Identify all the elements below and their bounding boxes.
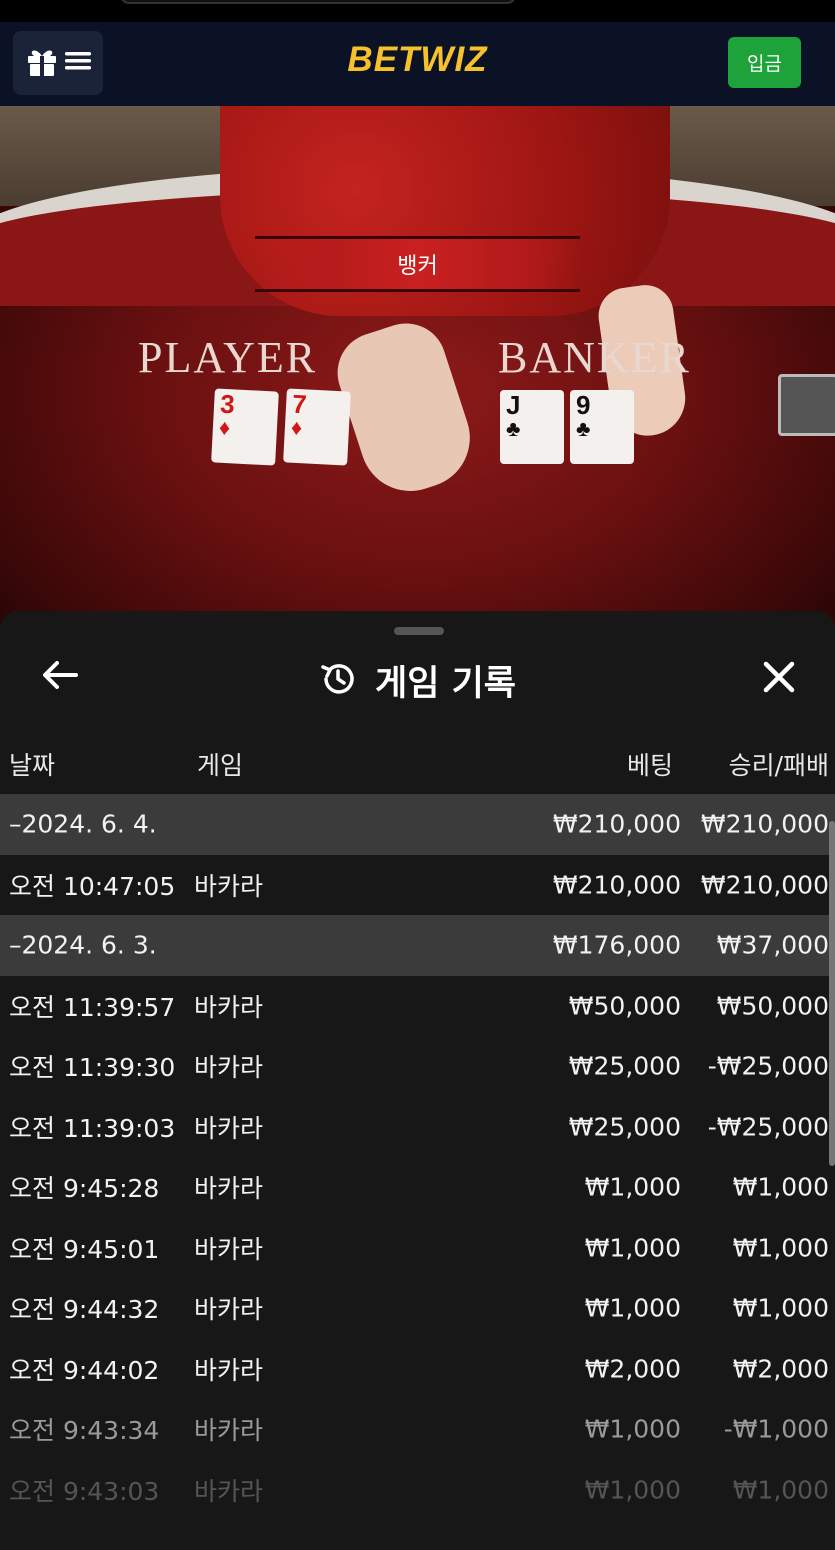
banker-label: BANKER [498, 333, 691, 382]
player-card-1: 3 ♦ [211, 388, 279, 466]
history-row[interactable]: 오전 11:39:30 바카라 ₩25,000 -₩25,000 [0, 1036, 835, 1097]
game-history-sheet: 게임 기록 날짜 게임 베팅 승리/패배 –2024. 6. 4. ₩210,0… [0, 611, 835, 1550]
history-row[interactable]: 오전 9:45:28 바카라 ₩1,000 ₩1,000 [0, 1157, 835, 1218]
betwiz-logo[interactable]: BETWIZ [0, 40, 835, 80]
device-top-edge [0, 0, 835, 22]
date-group-row[interactable]: –2024. 6. 3. ₩176,000 ₩37,000 [0, 915, 835, 976]
sheet-drag-handle[interactable] [394, 627, 444, 635]
winner-banner: 뱅커 [255, 236, 580, 292]
history-icon [319, 660, 357, 702]
history-row[interactable]: 오전 9:44:02 바카라 ₩2,000 ₩2,000 [0, 1339, 835, 1400]
banker-card-2: 9 ♣ [570, 390, 634, 464]
dealer-hand-left [327, 313, 483, 504]
history-row[interactable]: 오전 11:39:03 바카라 ₩25,000 -₩25,000 [0, 1097, 835, 1158]
date-group-row[interactable]: –2024. 6. 4. ₩210,000 ₩210,000 [0, 794, 835, 855]
card-shoe [778, 374, 835, 436]
player-card-2: 7 ♦ [283, 388, 351, 466]
live-dealer-video: 뱅커 PLAYER BANKER 3 ♦ 7 ♦ J ♣ 9 ♣ [0, 106, 835, 626]
table-header: 날짜 게임 베팅 승리/패배 [0, 746, 835, 786]
column-date: 날짜 [9, 751, 56, 780]
history-row[interactable]: 오전 11:39:57 바카라 ₩50,000 ₩50,000 [0, 976, 835, 1037]
banker-card-1: J ♣ [500, 390, 564, 464]
top-header: BETWIZ 입금 [0, 22, 835, 106]
winner-banner-label: 뱅커 [397, 254, 438, 279]
scrollbar[interactable] [829, 821, 835, 1166]
device-notch [120, 0, 516, 4]
sheet-header: 게임 기록 [0, 655, 835, 706]
history-row[interactable]: 오전 9:44:32 바카라 ₩1,000 ₩1,000 [0, 1278, 835, 1339]
history-row[interactable]: 오전 9:43:34 바카라 ₩1,000 -₩1,000 [0, 1399, 835, 1460]
column-bet: 베팅 [626, 751, 673, 780]
close-icon [762, 660, 796, 698]
history-row[interactable]: 오전 9:43:03 바카라 ₩1,000 ₩1,000 [0, 1460, 835, 1521]
history-row[interactable]: 오전 9:45:01 바카라 ₩1,000 ₩1,000 [0, 1218, 835, 1279]
deposit-button[interactable]: 입금 [728, 37, 801, 88]
column-result: 승리/패배 [728, 751, 829, 780]
column-game: 게임 [197, 751, 244, 780]
player-label: PLAYER [138, 333, 318, 382]
history-row[interactable]: 오전 10:47:05 바카라 ₩210,000 ₩210,000 [0, 855, 835, 916]
history-list[interactable]: –2024. 6. 4. ₩210,000 ₩210,000 오전 10:47:… [0, 794, 835, 1520]
close-button[interactable] [753, 653, 805, 705]
sheet-title: 게임 기록 [375, 664, 516, 704]
